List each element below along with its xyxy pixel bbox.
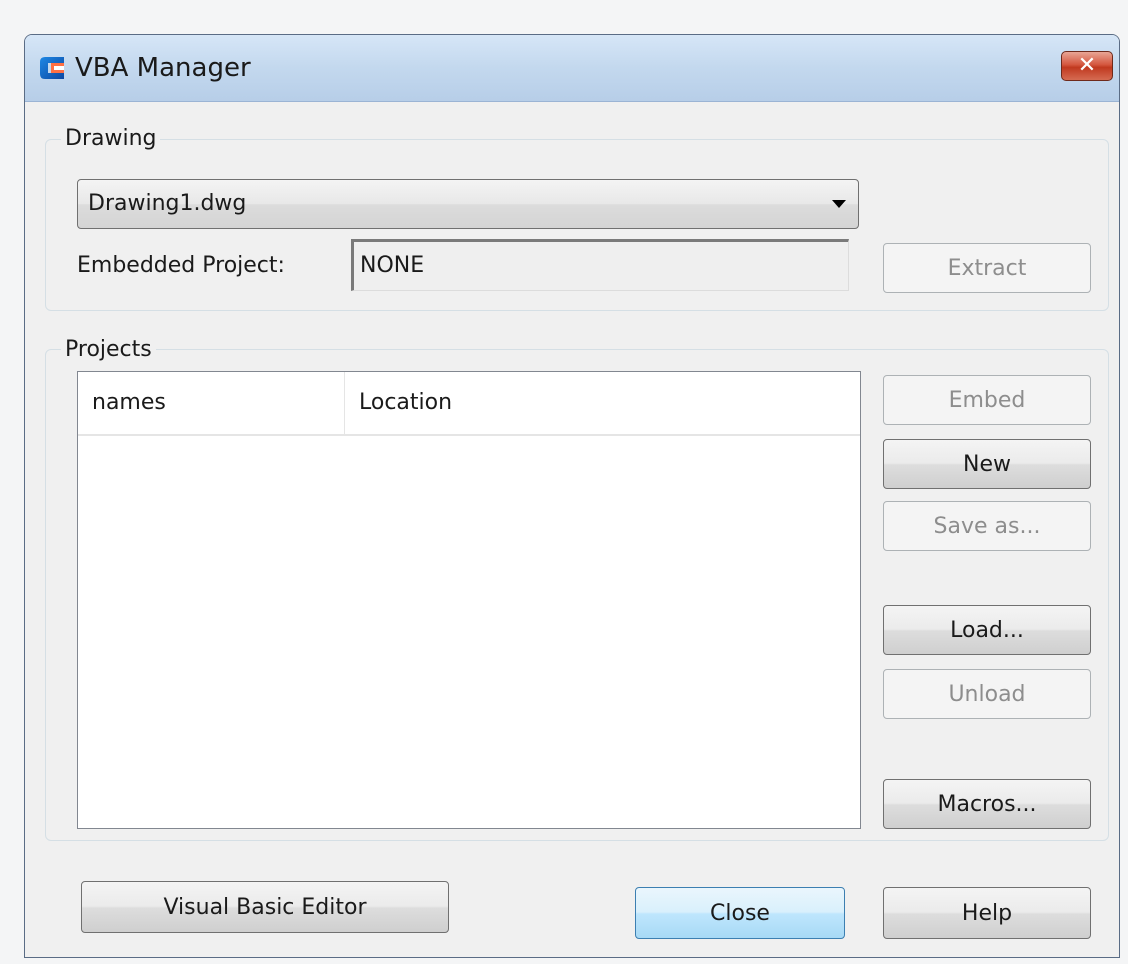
macros-button[interactable]: Macros... bbox=[883, 779, 1091, 829]
column-header-location[interactable]: Location bbox=[344, 372, 854, 434]
projects-group-legend: Projects bbox=[61, 337, 156, 363]
embed-button[interactable]: Embed bbox=[883, 375, 1091, 425]
extract-button[interactable]: Extract bbox=[883, 243, 1091, 293]
title-bar[interactable]: VBA Manager ✕ bbox=[25, 35, 1119, 102]
chevron-down-icon[interactable] bbox=[832, 200, 846, 208]
vba-manager-dialog: VBA Manager ✕ Drawing Drawing1.dwg Embed… bbox=[24, 34, 1120, 958]
save-as-button[interactable]: Save as... bbox=[883, 501, 1091, 551]
projects-list-header: names Location bbox=[78, 372, 860, 436]
embedded-project-label: Embedded Project: bbox=[77, 253, 285, 278]
app-logo-icon bbox=[40, 57, 64, 79]
close-window-button[interactable]: ✕ bbox=[1061, 51, 1113, 81]
help-button[interactable]: Help bbox=[883, 887, 1091, 939]
window-title: VBA Manager bbox=[75, 53, 251, 83]
new-button[interactable]: New bbox=[883, 439, 1091, 489]
column-header-names[interactable]: names bbox=[78, 372, 344, 434]
projects-list[interactable]: names Location bbox=[77, 371, 861, 829]
embedded-project-value: NONE bbox=[360, 253, 425, 278]
drawing-select-value: Drawing1.dwg bbox=[88, 191, 247, 216]
drawing-group-legend: Drawing bbox=[61, 126, 161, 152]
drawing-select[interactable]: Drawing1.dwg bbox=[77, 179, 859, 229]
load-button[interactable]: Load... bbox=[883, 605, 1091, 655]
unload-button[interactable]: Unload bbox=[883, 669, 1091, 719]
close-button[interactable]: Close bbox=[635, 887, 845, 939]
close-icon: ✕ bbox=[1077, 53, 1097, 78]
embedded-project-field: NONE bbox=[351, 239, 849, 291]
visual-basic-editor-button[interactable]: Visual Basic Editor bbox=[81, 881, 449, 933]
